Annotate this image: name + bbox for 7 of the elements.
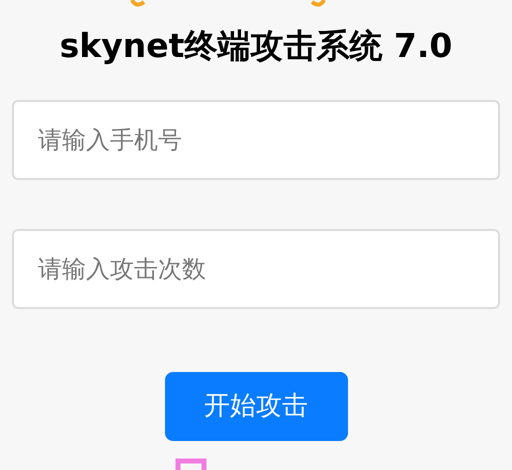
input-field[interactable]: 请输入手机号 <box>12 100 500 180</box>
input-field[interactable]: 请输入攻击次数 <box>12 229 500 309</box>
curve-icon <box>310 0 326 8</box>
start-attack-button[interactable]: 开始攻击 <box>164 372 348 441</box>
frame-icon <box>175 458 207 470</box>
app-title: skynet终端攻击系统 7.0 <box>60 25 452 67</box>
curve-icon <box>130 0 146 8</box>
